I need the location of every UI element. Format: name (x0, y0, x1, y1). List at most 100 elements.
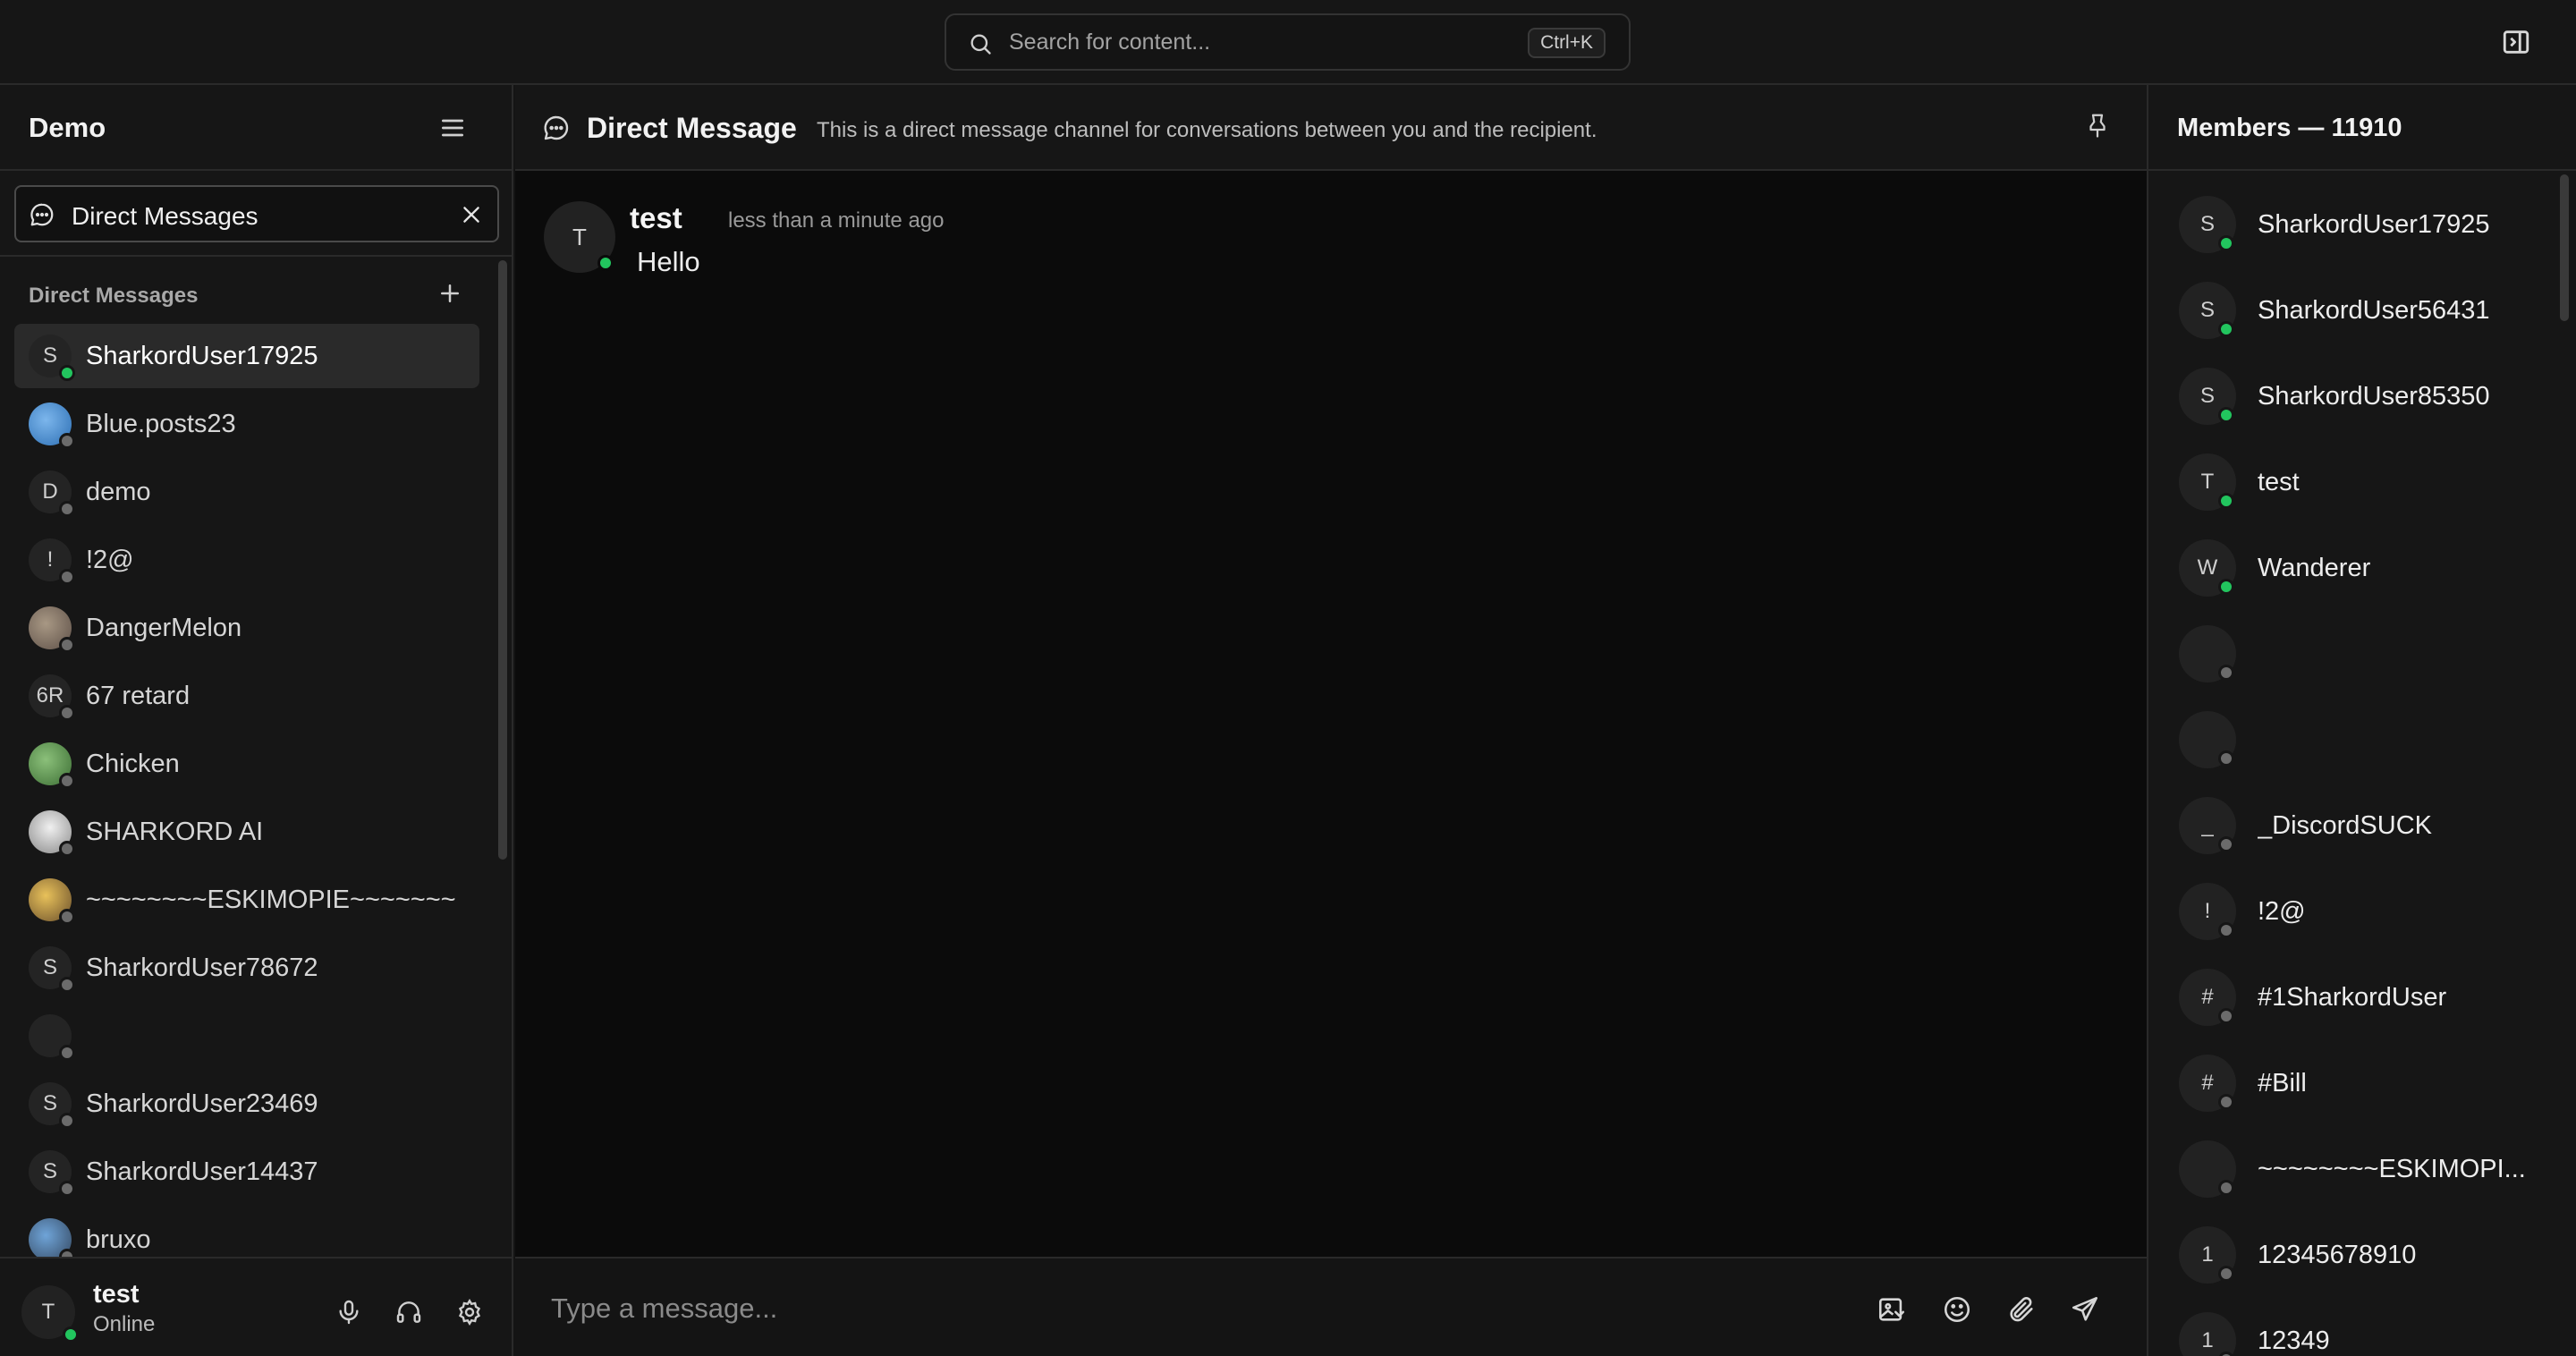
user-avatar[interactable]: T (21, 1285, 79, 1343)
avatar-initial: S (42, 955, 57, 979)
paperclip-icon[interactable] (2006, 1294, 2037, 1325)
avatar[interactable]: S (29, 946, 75, 993)
toggle-members-panel-icon[interactable] (2501, 27, 2531, 57)
avatar-initial: 1 (2201, 1328, 2214, 1352)
avatar[interactable]: S (29, 335, 75, 381)
avatar[interactable] (29, 742, 75, 789)
microphone-icon[interactable] (335, 1298, 363, 1326)
avatar-initial: D (42, 479, 58, 504)
send-icon[interactable] (2070, 1294, 2100, 1325)
member-name: SharkordUser17925 (2258, 210, 2490, 239)
member-list-item[interactable]: 1 12349 (2148, 1312, 2576, 1356)
avatar-initial: ! (47, 547, 54, 572)
dm-list-item[interactable]: S SharkordUser78672 (14, 936, 479, 1000)
avatar[interactable]: S (2179, 282, 2236, 339)
dm-list-item[interactable]: DangerMelon (14, 596, 479, 660)
sidebar-scrollbar[interactable] (498, 260, 507, 860)
member-name: #1SharkordUser (2258, 983, 2447, 1012)
avatar-initial: _ (2201, 813, 2214, 837)
avatar[interactable]: S (29, 1150, 75, 1197)
dm-list-item[interactable]: S SharkordUser14437 (14, 1140, 479, 1204)
online-status-dot (2218, 235, 2234, 251)
avatar[interactable] (29, 606, 75, 653)
avatar-initial: # (2201, 985, 2214, 1009)
avatar[interactable]: T (2179, 453, 2236, 511)
avatar[interactable]: 1 (2179, 1312, 2236, 1356)
dm-list-item[interactable]: Chicken (14, 732, 479, 796)
member-list-item[interactable] (2148, 625, 2576, 711)
global-search-box[interactable]: Search for content... Ctrl+K (945, 13, 1631, 71)
message-author[interactable]: test (630, 201, 682, 235)
member-list-item[interactable]: ! !2@ (2148, 883, 2576, 969)
emoji-icon[interactable] (1942, 1294, 1972, 1325)
avatar[interactable]: S (2179, 196, 2236, 253)
member-list-item[interactable]: 1 12345678910 (2148, 1226, 2576, 1312)
dm-list-item[interactable]: S SharkordUser17925 (14, 324, 479, 388)
main-chat-area: Direct Message This is a direct message … (515, 85, 2147, 1356)
avatar[interactable]: 6R (29, 674, 75, 721)
headphones-icon[interactable] (394, 1298, 423, 1326)
message-author-avatar[interactable]: T (544, 201, 615, 273)
search-placeholder: Search for content... (1009, 29, 1211, 55)
add-dm-icon[interactable] (436, 280, 463, 307)
close-icon[interactable] (460, 203, 483, 226)
member-list-item[interactable]: S SharkordUser17925 (2148, 196, 2576, 282)
pin-icon[interactable] (2084, 112, 2111, 139)
avatar[interactable]: # (2179, 1055, 2236, 1112)
avatar[interactable]: W (2179, 539, 2236, 597)
image-upload-icon[interactable] (1877, 1294, 1907, 1325)
dm-list-item[interactable]: ! !2@ (14, 528, 479, 592)
user-status: Online (93, 1312, 156, 1336)
offline-status-dot (59, 909, 75, 925)
current-user-panel: T test Online (0, 1257, 512, 1356)
avatar[interactable] (29, 403, 75, 449)
avatar[interactable] (2179, 711, 2236, 768)
dm-list-item[interactable]: S SharkordUser23469 (14, 1072, 479, 1136)
dm-list-item[interactable]: 6R 67 retard (14, 664, 479, 728)
dm-list-item[interactable]: Ddemo (14, 460, 479, 524)
settings-gear-icon[interactable] (455, 1298, 484, 1326)
dm-list-item[interactable]: Blue.posts23 (14, 392, 479, 456)
menu-icon[interactable] (438, 114, 467, 142)
avatar[interactable]: ! (29, 538, 75, 585)
member-list-item[interactable]: ~~~~~~~~ESKIMOPI... (2148, 1140, 2576, 1226)
avatar[interactable] (2179, 625, 2236, 682)
avatar[interactable]: ! (2179, 883, 2236, 940)
member-list-item[interactable]: S SharkordUser85350 (2148, 368, 2576, 453)
avatar[interactable]: _ (2179, 797, 2236, 854)
offline-status-dot (59, 1181, 75, 1197)
offline-status-dot (59, 705, 75, 721)
member-list-item[interactable]: S SharkordUser56431 (2148, 282, 2576, 368)
avatar[interactable] (2179, 1140, 2236, 1198)
member-name: test (2258, 468, 2300, 496)
member-list-item[interactable]: # #Bill (2148, 1055, 2576, 1140)
channel-filter-chip[interactable]: Direct Messages (14, 185, 499, 242)
offline-status-dot (59, 433, 75, 449)
member-list-item[interactable]: # #1SharkordUser (2148, 969, 2576, 1055)
avatar[interactable]: S (2179, 368, 2236, 425)
dm-list-item[interactable]: SHARKORD AI (14, 800, 479, 864)
chat-bubble-icon (544, 115, 569, 140)
avatar[interactable] (29, 1218, 75, 1265)
members-scrollbar[interactable] (2560, 174, 2569, 321)
member-list-item[interactable]: _ _DiscordSUCK (2148, 797, 2576, 883)
user-name: test (93, 1280, 140, 1309)
dm-list-item[interactable] (14, 1004, 479, 1068)
dm-user-name: DangerMelon (86, 613, 242, 642)
dm-list-item[interactable]: ~~~~~~~~ESKIMOPIE~~~~~~~ (14, 868, 479, 932)
dm-list: S SharkordUser17925 Blue.posts23 Ddemo! !2@ D… (14, 324, 479, 1275)
offline-status-dot (2218, 1352, 2234, 1356)
avatar[interactable] (29, 1014, 75, 1061)
member-list-item[interactable]: Ttest (2148, 453, 2576, 539)
avatar[interactable]: # (2179, 969, 2236, 1026)
member-list-item[interactable] (2148, 711, 2576, 797)
avatar[interactable] (29, 878, 75, 925)
member-list-item[interactable]: W Wanderer (2148, 539, 2576, 625)
avatar[interactable]: S (29, 1082, 75, 1129)
dm-user-name: SharkordUser23469 (86, 1089, 318, 1118)
members-panel: Members — 11910 S SharkordUser17925 S Shark… (2147, 85, 2576, 1356)
avatar[interactable]: D (29, 470, 75, 517)
message-input[interactable] (551, 1289, 1803, 1328)
avatar[interactable] (29, 810, 75, 857)
avatar[interactable]: 1 (2179, 1226, 2236, 1284)
